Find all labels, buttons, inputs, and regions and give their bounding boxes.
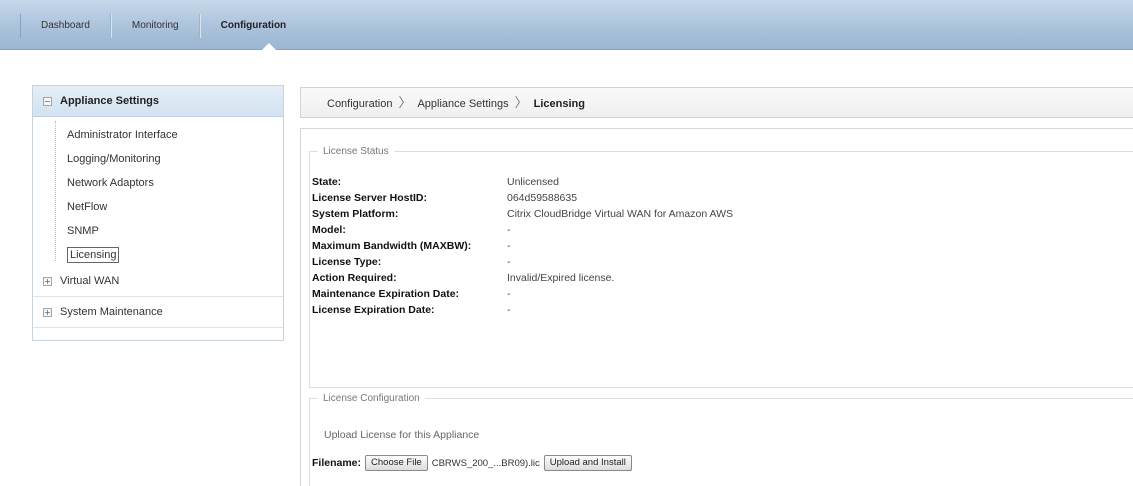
top-nav-bar: Dashboard Monitoring Configuration <box>0 0 1133 50</box>
status-row-maxbw: Maximum Bandwidth (MAXBW): - <box>312 238 733 254</box>
breadcrumb: Configuration 〉 Appliance Settings 〉 Licensi… <box>300 87 1133 118</box>
sidebar-item-administrator-interface[interactable]: Administrator Interface <box>55 123 283 147</box>
status-value: - <box>507 240 511 252</box>
breadcrumb-current: Licensing <box>533 98 585 110</box>
status-key: State: <box>312 176 342 188</box>
status-row-model: Model: - <box>312 222 733 238</box>
breadcrumb-configuration[interactable]: Configuration <box>327 98 392 110</box>
tab-configuration[interactable]: Configuration <box>199 14 307 38</box>
license-configuration-group: License Configuration Upload License for… <box>309 392 1133 486</box>
sidebar-item-netflow[interactable]: NetFlow <box>55 195 283 219</box>
expand-icon[interactable]: + <box>43 277 52 286</box>
license-status-group: License Status State: Unlicensed License … <box>309 145 1133 388</box>
sidebar-item-licensing[interactable]: Licensing <box>55 243 283 267</box>
sidebar-section-virtual-wan[interactable]: + Virtual WAN <box>33 267 283 297</box>
sidebar-section-label: Virtual WAN <box>60 275 120 287</box>
status-row-state: State: Unlicensed <box>312 174 733 190</box>
status-key: License Server HostID: <box>312 192 427 204</box>
status-value: - <box>507 288 511 300</box>
collapse-icon[interactable]: − <box>43 96 52 106</box>
status-row-license-type: License Type: - <box>312 254 733 270</box>
status-value: Unlicensed <box>507 176 559 188</box>
status-row-hostid: License Server HostID: 064d59588635 <box>312 190 733 206</box>
sidebar-section-appliance-settings[interactable]: − Appliance Settings <box>33 86 283 117</box>
status-value: - <box>507 224 511 236</box>
status-key: Maximum Bandwidth (MAXBW): <box>312 240 472 252</box>
sidebar-section-label: System Maintenance <box>60 305 163 318</box>
status-key: System Platform: <box>312 208 399 220</box>
status-row-platform: System Platform: Citrix CloudBridge Virtu… <box>312 206 733 222</box>
sidebar-item-network-adaptors[interactable]: Network Adaptors <box>55 171 283 195</box>
status-key: Model: <box>312 224 346 236</box>
license-status-legend: License Status <box>318 145 394 158</box>
tab-dashboard[interactable]: Dashboard <box>20 14 111 38</box>
status-row-license-expiration: License Expiration Date: - <box>312 302 733 318</box>
sidebar-section-label: Appliance Settings <box>60 94 160 107</box>
status-value: Invalid/Expired license. <box>507 272 615 284</box>
choose-file-button[interactable]: Choose File <box>365 455 428 471</box>
tab-monitoring[interactable]: Monitoring <box>110 14 200 38</box>
content-panel: License Status State: Unlicensed License … <box>300 128 1133 486</box>
selected-file-name: CBRWS_200_...BR09).lic <box>431 457 540 469</box>
status-value: Citrix CloudBridge Virtual WAN for Amazo… <box>507 208 734 220</box>
sidebar-items: Administrator Interface Logging/Monitori… <box>33 117 283 267</box>
status-key: License Type: <box>312 256 382 268</box>
active-tab-indicator <box>262 43 276 50</box>
breadcrumb-separator-icon: 〉 <box>514 95 528 110</box>
status-value: - <box>507 256 511 268</box>
sidebar-item-snmp[interactable]: SNMP <box>55 219 283 243</box>
status-row-action-required: Action Required: Invalid/Expired license. <box>312 270 733 286</box>
sidebar: − Appliance Settings Administrator Inter… <box>32 85 284 341</box>
upload-license-heading: Upload License for this Appliance <box>324 429 480 441</box>
status-value: - <box>507 304 511 316</box>
status-key: Maintenance Expiration Date: <box>312 288 460 300</box>
sidebar-item-logging-monitoring[interactable]: Logging/Monitoring <box>55 147 283 171</box>
status-key: Action Required: <box>312 272 397 284</box>
sidebar-section-system-maintenance[interactable]: + System Maintenance <box>33 297 283 328</box>
expand-icon[interactable]: + <box>43 307 52 317</box>
status-row-maintenance-expiration: Maintenance Expiration Date: - <box>312 286 733 302</box>
file-upload-row: Filename: Choose File CBRWS_200_...BR09)… <box>312 455 632 471</box>
status-value: 064d59588635 <box>507 192 578 204</box>
breadcrumb-separator-icon: 〉 <box>398 95 412 110</box>
upload-and-install-button[interactable]: Upload and Install <box>543 455 632 471</box>
nav-tabs: Dashboard Monitoring Configuration <box>20 14 306 38</box>
license-configuration-legend: License Configuration <box>318 392 425 405</box>
sidebar-item-label: Licensing <box>67 247 120 263</box>
breadcrumb-appliance-settings[interactable]: Appliance Settings <box>417 98 508 110</box>
filename-label: Filename: <box>312 457 362 469</box>
status-key: License Expiration Date: <box>312 304 435 316</box>
license-status-list: State: Unlicensed License Server HostID: 0… <box>312 174 733 318</box>
